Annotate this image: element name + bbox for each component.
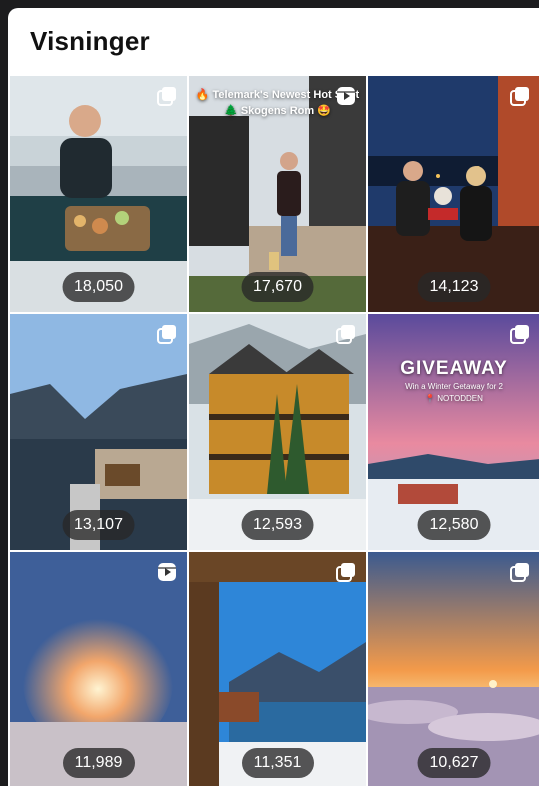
carousel-icon [157, 324, 177, 344]
post-tile-3[interactable]: 14,123 [368, 76, 539, 312]
giveaway-title: GIVEAWAY [400, 358, 508, 379]
giveaway-subtitle: Win a Winter Getaway for 2 [405, 382, 503, 391]
views-badge: 12,580 [417, 510, 491, 540]
reels-icon [336, 86, 356, 106]
views-badge: 11,989 [62, 748, 135, 778]
carousel-icon [336, 562, 356, 582]
page-title: Visninger [30, 26, 150, 56]
reels-icon [157, 562, 177, 582]
views-badge: 14,123 [417, 272, 491, 302]
post-tile-1[interactable]: 18,050 [10, 76, 187, 312]
views-badge: 10,627 [417, 748, 491, 778]
views-badge: 18,050 [62, 272, 135, 302]
giveaway-location: 📍 NOTODDEN [425, 394, 483, 403]
post-tile-8[interactable]: 11,351 [189, 552, 366, 786]
posts-grid: 18,050 🔥 Telemark's Newest Hot Spot 🌲 Sk… [10, 76, 539, 786]
carousel-icon [336, 324, 356, 344]
views-badge: 12,593 [241, 510, 314, 540]
insights-panel: Visninger 18,050 🔥 Telemark's Newest Hot… [8, 8, 539, 786]
post-tile-5[interactable]: 12,593 [189, 314, 366, 550]
views-badge: 17,670 [241, 272, 314, 302]
carousel-icon [510, 562, 530, 582]
post-tile-6[interactable]: GIVEAWAY Win a Winter Getaway for 2 📍 NO… [368, 314, 539, 550]
carousel-icon [510, 324, 530, 344]
post-tile-9[interactable]: 10,627 [368, 552, 539, 786]
carousel-icon [510, 86, 530, 106]
post-tile-2[interactable]: 🔥 Telemark's Newest Hot Spot 🌲 Skogens R… [189, 76, 366, 312]
post-tile-7[interactable]: 11,989 [10, 552, 187, 786]
post-tile-4[interactable]: 13,107 [10, 314, 187, 550]
views-badge: 13,107 [62, 510, 135, 540]
carousel-icon [157, 86, 177, 106]
views-badge: 11,351 [241, 748, 314, 778]
